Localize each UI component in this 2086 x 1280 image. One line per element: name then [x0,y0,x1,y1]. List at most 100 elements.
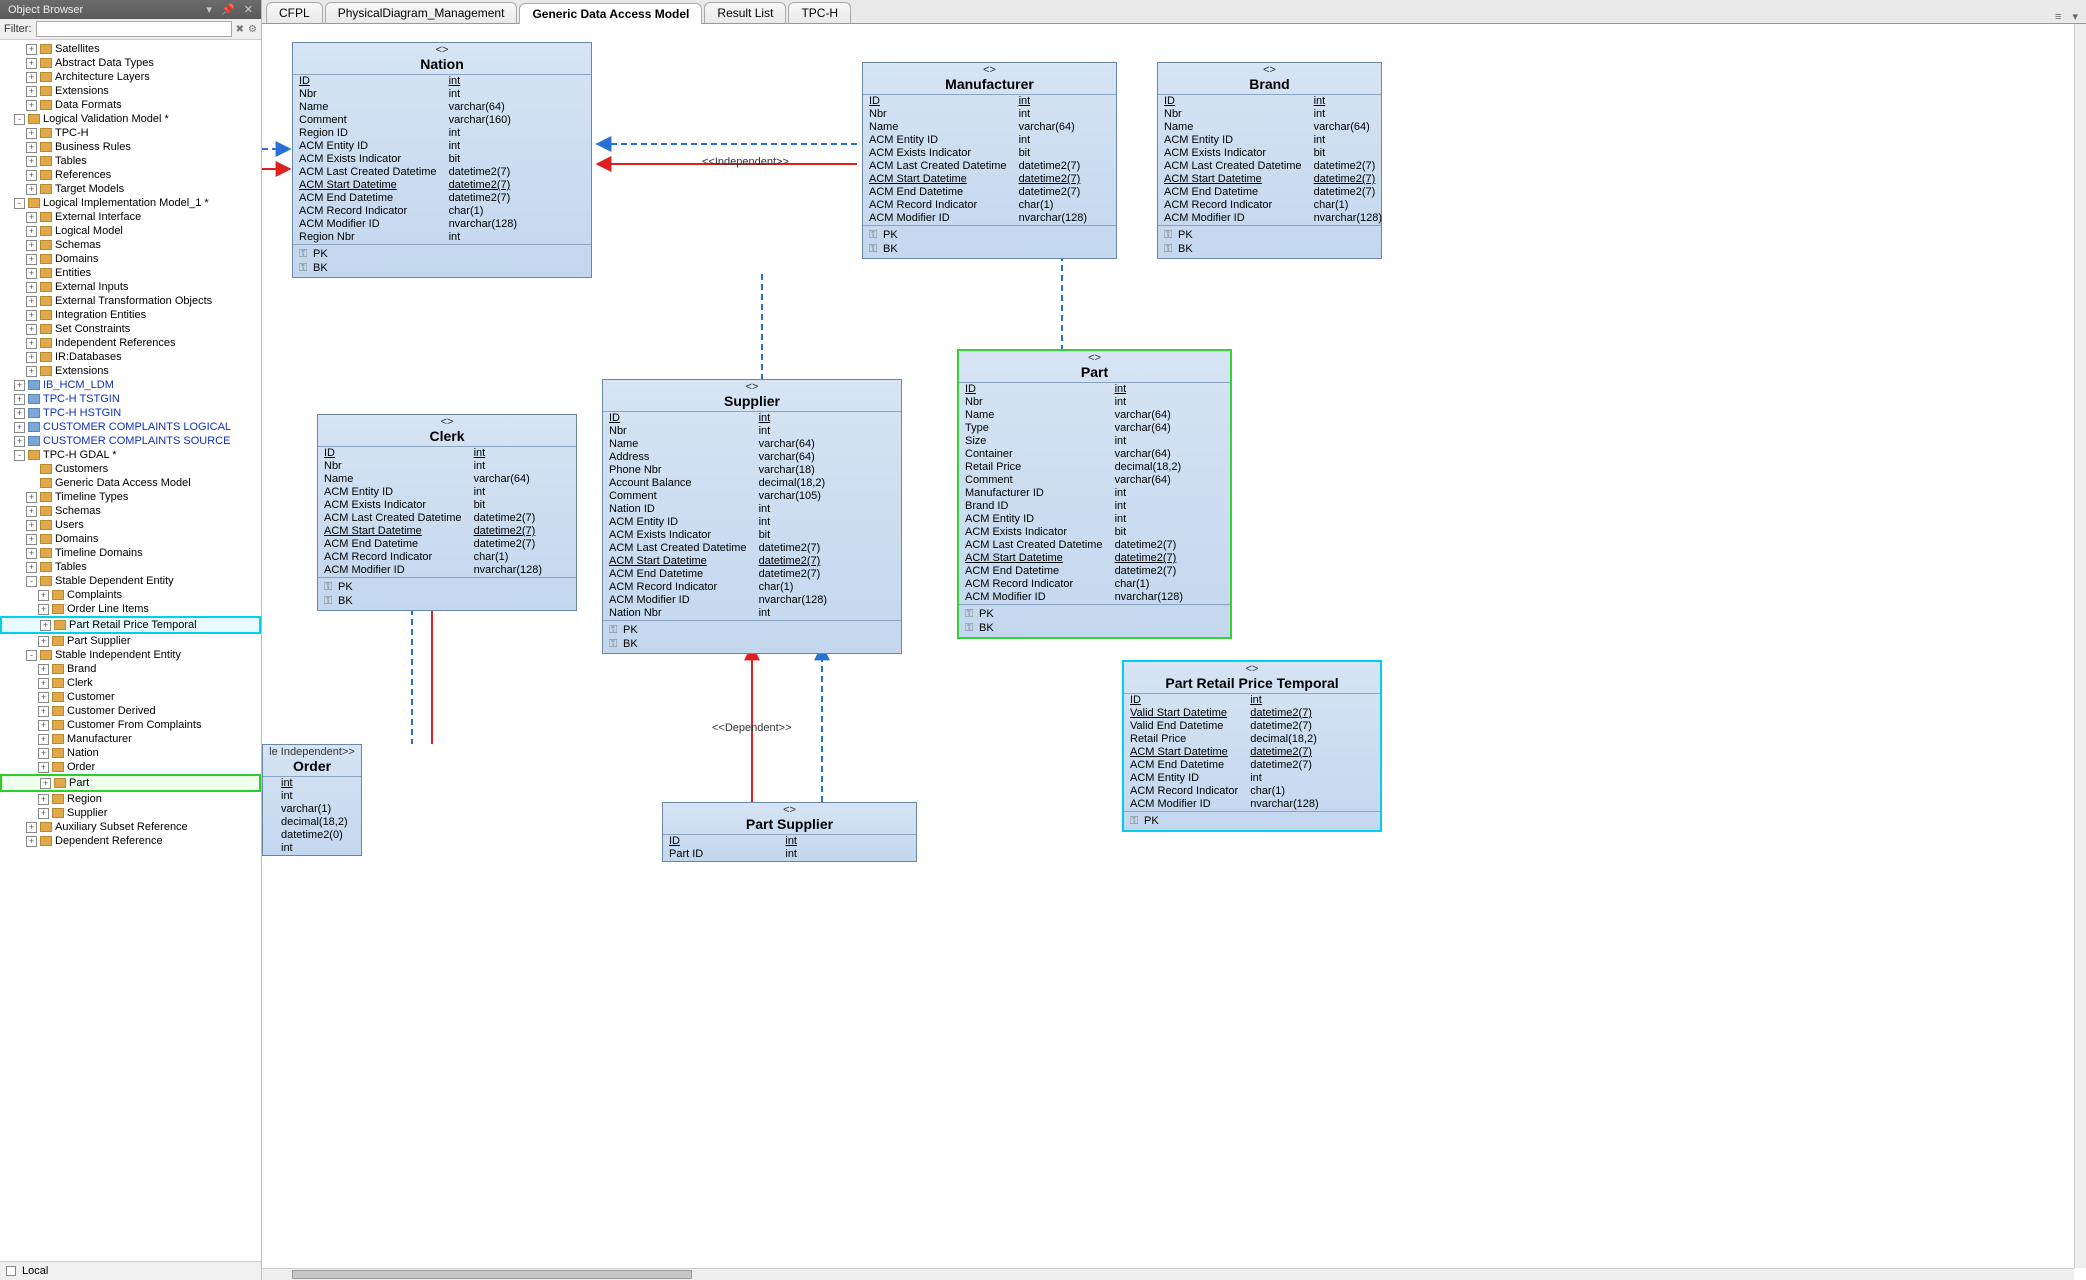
tree-item[interactable]: +Users [0,518,261,532]
tree-item[interactable]: +Nation [0,746,261,760]
filter-input[interactable] [36,21,232,37]
tree-item[interactable]: +Manufacturer [0,732,261,746]
expand-icon[interactable]: + [26,226,37,237]
tab-menu-icon[interactable]: ≡ [2055,11,2061,23]
expand-icon[interactable]: + [38,636,49,647]
tab[interactable]: PhysicalDiagram_Management [325,2,518,23]
expand-icon[interactable]: + [26,836,37,847]
tree-item[interactable]: +TPC-H TSTGIN [0,392,261,406]
expand-icon[interactable]: + [38,808,49,819]
expand-icon[interactable]: + [26,548,37,559]
tree-item[interactable]: +External Inputs [0,280,261,294]
expand-icon[interactable]: - [14,450,25,461]
expand-icon[interactable]: + [38,590,49,601]
expand-icon[interactable]: + [26,86,37,97]
expand-icon[interactable]: + [26,268,37,279]
expand-icon[interactable]: + [26,366,37,377]
tree-item[interactable]: +Schemas [0,238,261,252]
expand-icon[interactable]: + [26,58,37,69]
tree-item[interactable]: +Schemas [0,504,261,518]
tree-item[interactable]: +Logical Model [0,224,261,238]
entity-prp[interactable]: <>Part Retail Price TemporalIDintValid S… [1122,660,1382,832]
tree-item[interactable]: +Data Formats [0,98,261,112]
expand-icon[interactable]: + [26,184,37,195]
diagram-canvas[interactable]: <<Independent>> <<Dependent>> <>NationID… [262,24,2086,1280]
filter-options-icon[interactable]: ⚙ [248,24,257,35]
expand-icon[interactable]: + [14,394,25,405]
entity-partsupplier[interactable]: <>Part SupplierIDintPart IDint [662,802,917,862]
expand-icon[interactable]: + [38,762,49,773]
tree-item[interactable]: +Complaints [0,588,261,602]
tree-item[interactable]: +Auxiliary Subset Reference [0,820,261,834]
expand-icon[interactable]: + [38,604,49,615]
tree-item[interactable]: +External Transformation Objects [0,294,261,308]
tree-item[interactable]: +Set Constraints [0,322,261,336]
tree-item[interactable]: +Domains [0,252,261,266]
tree-item[interactable]: +IB_HCM_LDM [0,378,261,392]
expand-icon[interactable]: + [26,212,37,223]
entity-supplier[interactable]: <>SupplierIDintNbrintNamevarchar(64)Addr… [602,379,902,654]
tree-item[interactable]: +Customer From Complaints [0,718,261,732]
tab-dropdown-icon[interactable]: ▾ [2072,11,2078,23]
tab[interactable]: TPC-H [788,2,851,23]
tab[interactable]: CFPL [266,2,323,23]
tree-item[interactable]: +Timeline Domains [0,546,261,560]
entity-manufacturer[interactable]: <>ManufacturerIDintNbrintNamevarchar(64)… [862,62,1117,259]
tree-item[interactable]: +Domains [0,532,261,546]
tree-item[interactable]: -Logical Implementation Model_1 * [0,196,261,210]
entity-order[interactable]: le Independent>>Orderintintvarchar(1)dec… [262,744,362,856]
tree-item[interactable]: +Tables [0,154,261,168]
pin-icon[interactable]: 📌 [221,4,235,16]
tree-item[interactable]: +Integration Entities [0,308,261,322]
expand-icon[interactable]: + [38,794,49,805]
expand-icon[interactable]: - [14,198,25,209]
tree-item[interactable]: +Dependent Reference [0,834,261,848]
expand-icon[interactable]: - [26,576,37,587]
tree-item[interactable]: +Order [0,760,261,774]
entity-part[interactable]: <>PartIDintNbrintNamevarchar(64)Typevarc… [957,349,1232,639]
tree-item[interactable]: +Brand [0,662,261,676]
expand-icon[interactable]: + [26,492,37,503]
tree-item[interactable]: +Customer Derived [0,704,261,718]
expand-icon[interactable]: - [14,114,25,125]
tree-item[interactable]: +Timeline Types [0,490,261,504]
object-tree[interactable]: +Satellites+Abstract Data Types+Architec… [0,40,261,1261]
tree-item[interactable]: +Supplier [0,806,261,820]
expand-icon[interactable]: + [26,506,37,517]
tree-item[interactable]: -Stable Independent Entity [0,648,261,662]
expand-icon[interactable]: + [26,156,37,167]
expand-icon[interactable]: + [26,822,37,833]
tree-item[interactable]: +Extensions [0,364,261,378]
tree-item[interactable]: -Logical Validation Model * [0,112,261,126]
expand-icon[interactable]: + [26,296,37,307]
tree-item[interactable]: +Satellites [0,42,261,56]
expand-icon[interactable]: + [40,778,51,789]
expand-icon[interactable]: + [38,706,49,717]
expand-icon[interactable]: + [26,282,37,293]
entity-nation[interactable]: <>NationIDintNbrintNamevarchar(64)Commen… [292,42,592,278]
tree-item[interactable]: +Order Line Items [0,602,261,616]
tree-item[interactable]: +Target Models [0,182,261,196]
h-scrollbar[interactable] [262,1268,2074,1280]
tab[interactable]: Result List [704,2,786,23]
tree-item[interactable]: Generic Data Access Model [0,476,261,490]
expand-icon[interactable]: + [14,408,25,419]
expand-icon[interactable]: + [26,562,37,573]
expand-icon[interactable]: + [38,734,49,745]
tree-item[interactable]: +Business Rules [0,140,261,154]
expand-icon[interactable]: + [26,324,37,335]
expand-icon[interactable]: + [26,128,37,139]
tree-item[interactable]: +TPC-H [0,126,261,140]
tree-item[interactable]: +Independent References [0,336,261,350]
expand-icon[interactable]: + [26,338,37,349]
tree-item[interactable]: Customers [0,462,261,476]
expand-icon[interactable]: + [26,142,37,153]
tree-item[interactable]: +CUSTOMER COMPLAINTS LOGICAL [0,420,261,434]
expand-icon[interactable]: + [38,664,49,675]
expand-icon[interactable]: + [26,100,37,111]
tree-item[interactable]: +Abstract Data Types [0,56,261,70]
expand-icon[interactable]: - [26,650,37,661]
close-icon[interactable]: ✕ [244,4,253,16]
expand-icon[interactable]: + [40,620,51,631]
tree-item[interactable]: +Region [0,792,261,806]
